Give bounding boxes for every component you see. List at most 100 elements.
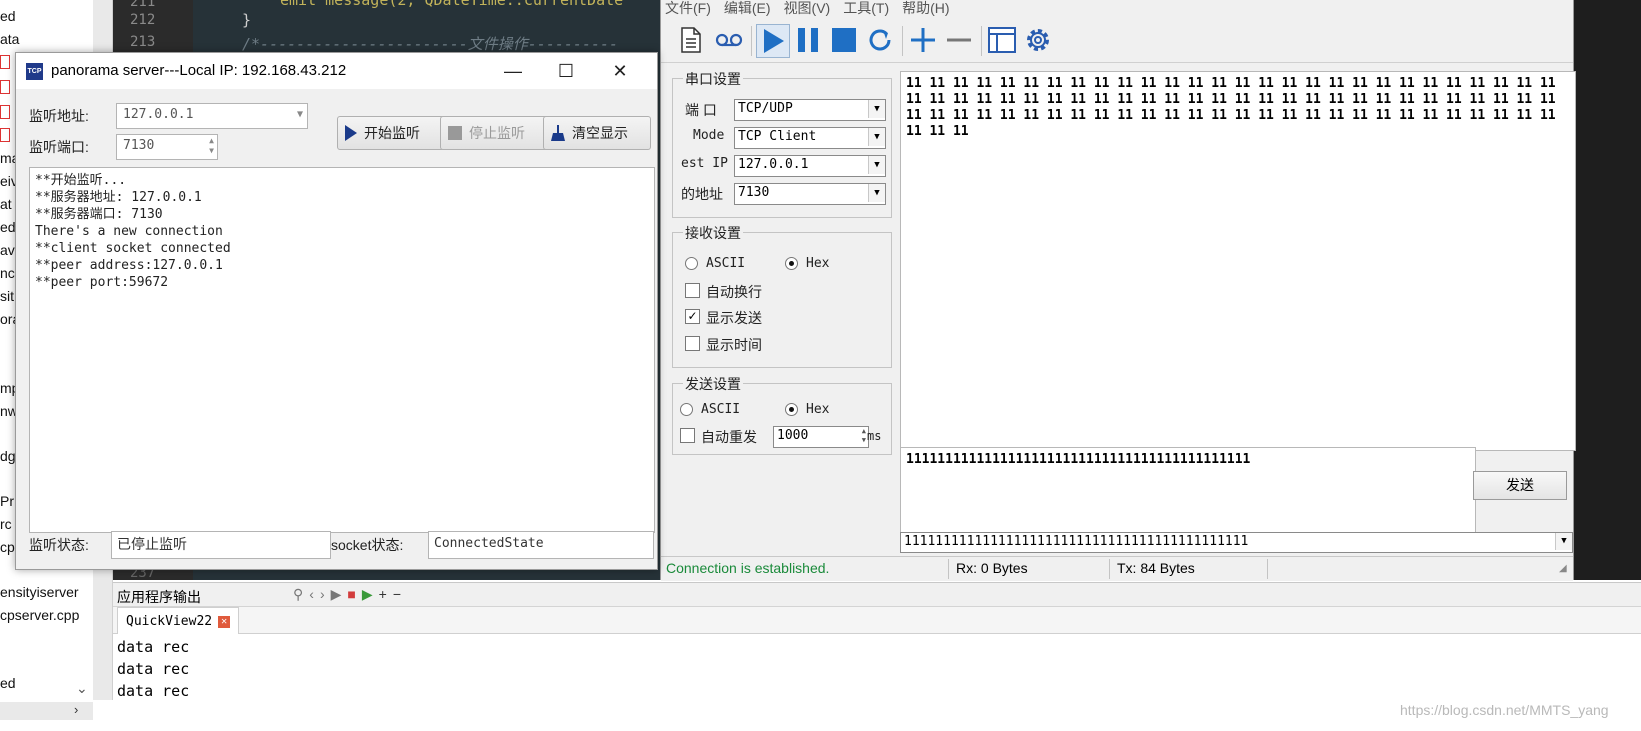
listen-status-field: 已停止监听 bbox=[111, 531, 331, 559]
play-icon[interactable] bbox=[756, 24, 790, 58]
menu-tools[interactable]: 工具(T) bbox=[843, 0, 889, 18]
tree-item[interactable]: ata bbox=[0, 31, 19, 47]
output-line: data rec bbox=[117, 682, 190, 700]
resend-interval-spinbox[interactable]: 1000 ▲ ▼ bbox=[773, 426, 869, 448]
spin-arrows-icon[interactable]: ▲ ▼ bbox=[209, 136, 214, 156]
stop-listen-button[interactable]: 停止监听 bbox=[440, 116, 548, 150]
header-file-icon bbox=[0, 128, 10, 142]
connection-status: Connection is established. bbox=[666, 560, 830, 576]
refresh-icon[interactable] bbox=[864, 24, 896, 56]
record-icon[interactable] bbox=[713, 24, 745, 56]
next-icon[interactable]: › bbox=[320, 586, 325, 603]
tree-item[interactable]: ed bbox=[0, 219, 16, 235]
header-file-icon bbox=[0, 80, 10, 94]
editor-background bbox=[1572, 0, 1641, 580]
output-line: data rec bbox=[117, 638, 190, 656]
socket-status-field: ConnectedState bbox=[428, 531, 654, 559]
debug-run-icon[interactable]: ▶ bbox=[362, 586, 373, 603]
panorama-server-window: TCP panorama server---Local IP: 192.168.… bbox=[15, 52, 658, 570]
minimize-icon[interactable]: — bbox=[493, 57, 533, 85]
send-hex-label: Hex bbox=[806, 402, 830, 417]
tree-item[interactable]: sit bbox=[0, 288, 14, 304]
recv-ascii-radio[interactable] bbox=[685, 257, 698, 270]
show-send-checkbox[interactable]: ✓ bbox=[685, 309, 700, 324]
run-icon[interactable]: ▶ bbox=[331, 586, 342, 603]
send-history-select[interactable]: 1111111111111111111111111111111111111111… bbox=[900, 532, 1573, 553]
chevron-down-icon: ▼ bbox=[868, 100, 885, 118]
tree-item[interactable]: ed bbox=[0, 675, 16, 691]
chevron-down-icon[interactable]: ⌄ bbox=[76, 680, 88, 697]
zoom-in-icon[interactable]: + bbox=[379, 586, 387, 603]
output-pane-header: 应用程序输出 ⚲ ‹ › ▶ ■ ▶ + − bbox=[113, 582, 1641, 607]
port-label: 端 口 bbox=[685, 102, 717, 118]
show-time-checkbox[interactable] bbox=[685, 336, 700, 351]
clear-display-button[interactable]: 清空显示 bbox=[543, 116, 651, 150]
log-line: **开始监听... bbox=[35, 173, 127, 188]
chevron-down-icon: ▼ bbox=[296, 109, 303, 120]
tree-item[interactable]: rc bbox=[0, 516, 12, 532]
gear-icon[interactable] bbox=[1022, 24, 1054, 56]
log-line: **client socket connected bbox=[35, 241, 231, 256]
prev-icon[interactable]: ‹ bbox=[309, 586, 314, 603]
receive-textarea[interactable]: 11 11 11 11 11 11 11 11 11 11 11 11 11 1… bbox=[900, 71, 1576, 451]
tree-item[interactable]: ensityiserver bbox=[0, 584, 79, 600]
interval-unit: ms bbox=[867, 429, 882, 443]
status-bar: Connection is established. Rx: 0 Bytes T… bbox=[661, 556, 1573, 581]
tree-item[interactable]: av bbox=[0, 242, 15, 258]
auto-resend-checkbox[interactable] bbox=[680, 428, 695, 443]
tree-item[interactable]: dg bbox=[0, 448, 16, 464]
tcp-app-icon: TCP bbox=[26, 63, 43, 80]
tree-item-selected[interactable]: cpserver.cpp bbox=[0, 607, 79, 623]
menu-edit[interactable]: 编辑(E) bbox=[724, 0, 771, 18]
menu-help[interactable]: 帮助(H) bbox=[902, 0, 949, 18]
new-document-icon[interactable] bbox=[675, 24, 707, 56]
show-send-label: 显示发送 bbox=[706, 310, 762, 326]
send-textarea[interactable]: 1111111111111111111111111111111111111111… bbox=[900, 447, 1476, 533]
receive-settings-title: 接收设置 bbox=[683, 223, 743, 243]
code-line: } bbox=[242, 11, 252, 29]
tree-item[interactable]: at bbox=[0, 196, 12, 212]
close-icon[interactable]: ✕ bbox=[218, 615, 231, 628]
log-textarea[interactable]: **开始监听... **服务器地址: 127.0.0.1 **服务器端口: 71… bbox=[29, 167, 655, 533]
close-icon[interactable]: ✕ bbox=[600, 57, 640, 85]
dest-ip-select[interactable]: 127.0.0.1 ▼ bbox=[734, 155, 886, 177]
pause-icon[interactable] bbox=[792, 24, 824, 56]
zoom-out-icon[interactable]: − bbox=[393, 586, 401, 603]
recv-hex-radio[interactable] bbox=[785, 257, 798, 270]
menu-view[interactable]: 视图(V) bbox=[784, 0, 831, 18]
mode-select[interactable]: TCP Client ▼ bbox=[734, 127, 886, 149]
stop-icon[interactable]: ■ bbox=[347, 586, 355, 603]
stop-icon[interactable] bbox=[828, 24, 860, 56]
send-ascii-radio[interactable] bbox=[680, 403, 693, 416]
line-number: 212 bbox=[130, 12, 156, 28]
tree-horizontal-scrollbar[interactable]: › bbox=[0, 702, 93, 720]
dest-port-select[interactable]: 7130 ▼ bbox=[734, 183, 886, 205]
recv-ascii-label: ASCII bbox=[706, 256, 746, 271]
send-button[interactable]: 发送 bbox=[1473, 471, 1567, 500]
remove-icon[interactable] bbox=[943, 24, 975, 56]
log-line: **peer address:127.0.0.1 bbox=[35, 258, 223, 273]
code-line: emit message(2, QDateTime::currentDate bbox=[280, 0, 624, 9]
code-comment: /*-----------------------文件操作---------- bbox=[242, 35, 619, 53]
filter-icon[interactable]: ⚲ bbox=[293, 586, 303, 603]
maximize-icon[interactable]: ☐ bbox=[546, 57, 586, 85]
auto-wrap-checkbox[interactable] bbox=[685, 283, 700, 298]
port-select[interactable]: TCP/UDP ▼ bbox=[734, 99, 886, 121]
resize-grip-icon[interactable]: ◢ bbox=[1559, 563, 1567, 574]
listen-address-select[interactable]: 127.0.0.1 ▼ bbox=[116, 103, 308, 129]
chevron-right-icon[interactable]: › bbox=[74, 702, 78, 717]
start-listen-button[interactable]: 开始监听 bbox=[337, 116, 445, 150]
log-line: **服务器端口: 7130 bbox=[35, 207, 163, 222]
add-icon[interactable] bbox=[907, 24, 939, 56]
send-hex-radio[interactable] bbox=[785, 403, 798, 416]
tree-item[interactable]: cp bbox=[0, 539, 15, 555]
spin-arrows-icon[interactable]: ▲ ▼ bbox=[862, 427, 866, 445]
menu-file[interactable]: 文件(F) bbox=[665, 0, 711, 18]
title-bar[interactable]: TCP panorama server---Local IP: 192.168.… bbox=[16, 53, 657, 89]
listen-port-spinbox[interactable]: 7130 ▲ ▼ bbox=[116, 134, 218, 160]
tree-item[interactable]: ed bbox=[0, 8, 16, 24]
output-tabbar: QuickView22 ✕ bbox=[113, 607, 1641, 635]
output-tab[interactable]: QuickView22 ✕ bbox=[117, 607, 240, 635]
tree-item[interactable]: Pr bbox=[0, 493, 14, 509]
window-layout-icon[interactable] bbox=[986, 24, 1018, 56]
